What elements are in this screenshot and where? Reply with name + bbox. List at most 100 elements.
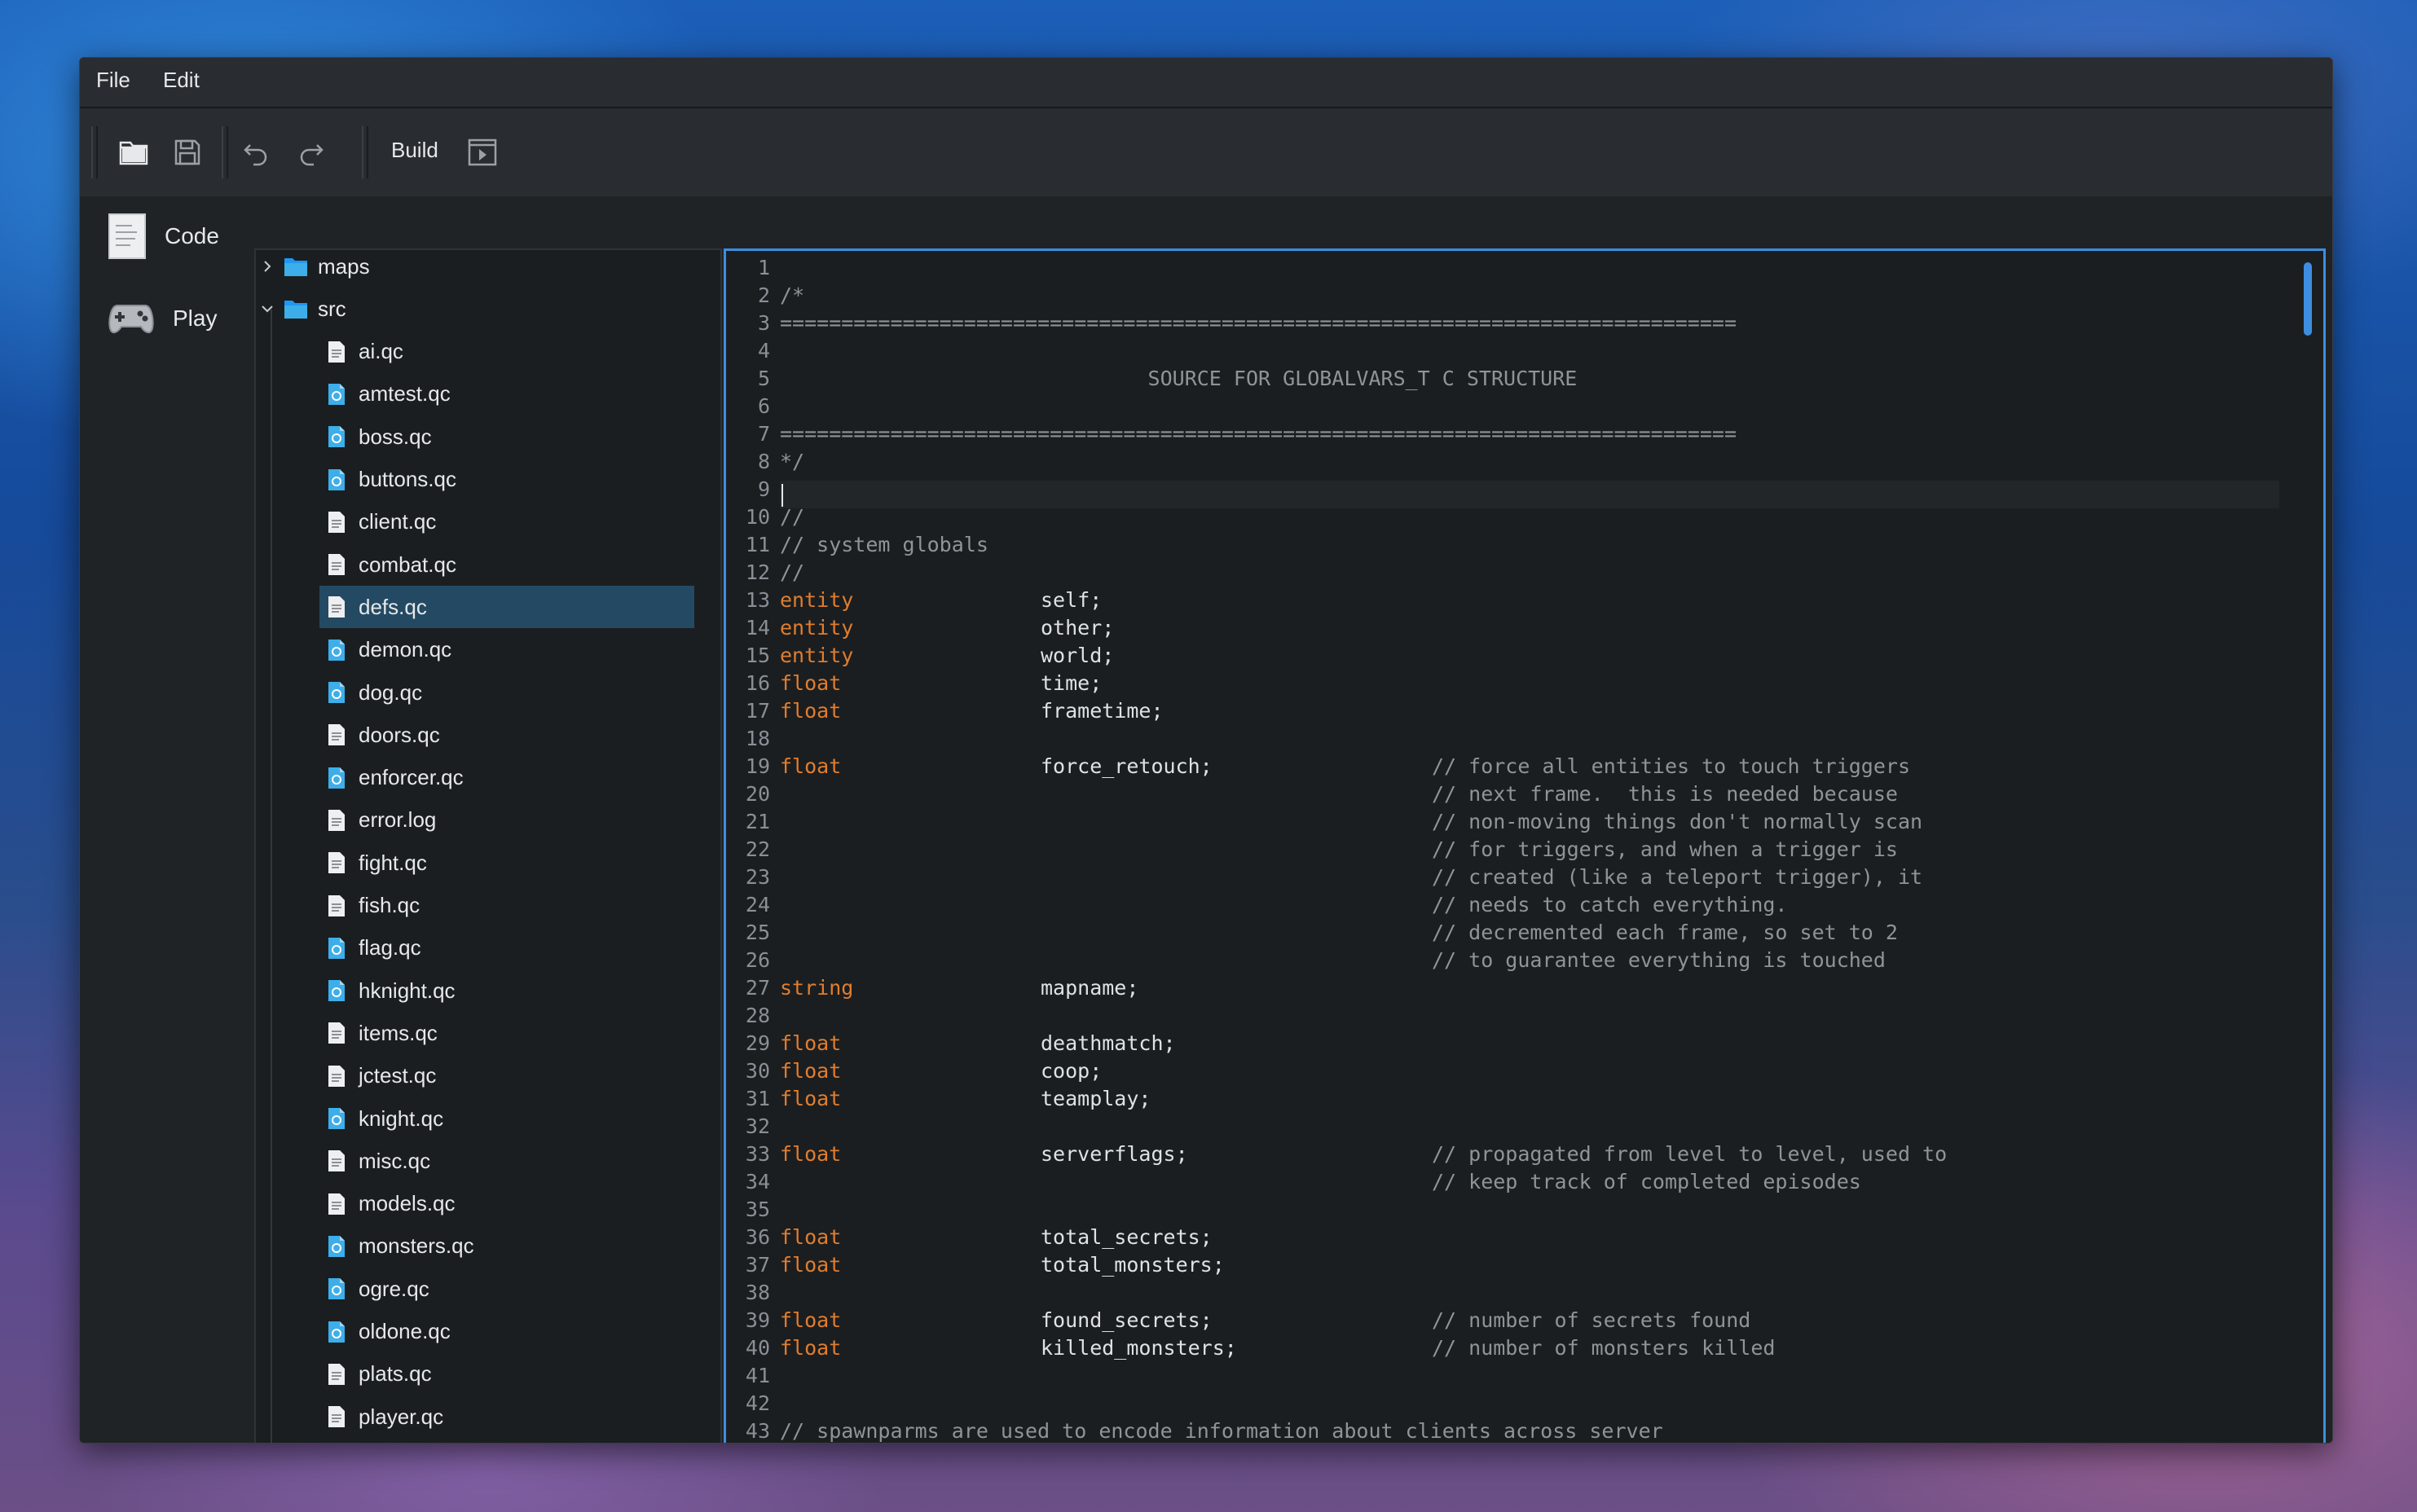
code-text: time; <box>1041 671 1103 695</box>
tree-file-item[interactable]: hknight.qc <box>319 969 694 1012</box>
tree-item-label: fish.qc <box>359 893 420 917</box>
tree-folder-src[interactable]: src <box>256 288 693 330</box>
code-keyword: entity <box>780 616 854 640</box>
text-file-icon <box>328 1363 345 1385</box>
code-text: total_secrets; <box>1041 1225 1213 1249</box>
redo-button[interactable] <box>288 130 334 175</box>
text-file-icon <box>328 1193 345 1215</box>
tree-file-item[interactable]: amtest.qc <box>319 373 694 415</box>
line-number: 39 <box>745 1308 770 1332</box>
tree-file-item[interactable]: flag.qc <box>319 927 694 969</box>
run-button[interactable] <box>460 130 505 175</box>
line-number: 25 <box>745 921 770 944</box>
code-keyword: float <box>780 1031 842 1055</box>
menu-file[interactable]: File <box>96 68 130 93</box>
line-number: 5 <box>757 367 770 390</box>
tree-file-item[interactable]: ai.qc <box>319 331 694 373</box>
tree-file-item[interactable]: models.qc <box>319 1183 694 1225</box>
code-comment: // system globals <box>780 533 988 556</box>
save-button[interactable] <box>165 130 210 175</box>
tree-item-label: doors.qc <box>359 722 440 747</box>
tree-file-item[interactable]: enforcer.qc <box>319 757 694 799</box>
code-comment: // keep track of completed episodes <box>1432 1170 1861 1193</box>
open-folder-button[interactable] <box>111 130 156 175</box>
tree-file-item[interactable]: client.qc <box>319 501 694 543</box>
code-text: world; <box>1041 644 1115 667</box>
line-number: 32 <box>745 1114 770 1138</box>
tree-branch-line <box>271 309 272 1443</box>
line-number: 37 <box>745 1253 770 1277</box>
code-keyword: float <box>780 1308 842 1332</box>
line-number: 41 <box>745 1364 770 1387</box>
code-keyword: entity <box>780 588 854 612</box>
tree-item-label: ai.qc <box>359 339 403 364</box>
tree-file-item[interactable]: fight.qc <box>319 842 694 884</box>
editor-scrollbar[interactable] <box>2304 262 2312 336</box>
qc-file-icon <box>328 1108 345 1129</box>
redo-icon <box>300 144 324 166</box>
code-comment: // propagated from level to level, used … <box>1432 1142 1948 1166</box>
text-file-icon <box>328 341 345 363</box>
code-keyword: float <box>780 1225 842 1249</box>
line-number: 22 <box>745 837 770 861</box>
tree-item-label: monsters.qc <box>359 1233 474 1259</box>
tree-file-item[interactable]: boss.qc <box>319 415 694 458</box>
qc-file-icon <box>328 468 345 490</box>
tree-file-item[interactable]: doors.qc <box>319 714 694 756</box>
line-number: 40 <box>745 1336 770 1360</box>
sidebar-play-button[interactable]: Play <box>108 301 217 336</box>
line-number: 18 <box>745 727 770 750</box>
tree-file-item[interactable]: monsters.qc <box>319 1225 694 1268</box>
tree-item-label: player.qc <box>359 1404 444 1429</box>
tree-file-item[interactable]: buttons.qc <box>319 459 694 501</box>
code-comment: // needs to catch everything. <box>1432 893 1788 916</box>
toolbar-handle[interactable] <box>91 126 98 178</box>
line-number: 42 <box>745 1391 770 1415</box>
line-number: 7 <box>757 422 770 446</box>
tree-file-item[interactable]: ogre.qc <box>319 1268 694 1310</box>
line-number: 21 <box>745 810 770 833</box>
code-comment: // number of monsters killed <box>1432 1336 1776 1360</box>
code-text: self; <box>1041 588 1103 612</box>
tree-file-item[interactable]: items.qc <box>319 1012 694 1054</box>
tree-file-item[interactable]: demon.qc <box>319 629 694 671</box>
build-button[interactable]: Build <box>391 138 438 163</box>
undo-button[interactable] <box>233 130 279 175</box>
tree-file-item[interactable]: progdefs.h <box>319 1438 694 1443</box>
tree-folder-maps[interactable]: maps <box>256 250 693 288</box>
tree-file-item[interactable]: player.qc <box>319 1396 694 1438</box>
code-comment: // to guarantee everything is touched <box>1432 948 1886 972</box>
tree-file-item[interactable]: fish.qc <box>319 885 694 927</box>
sidebar-code-button[interactable]: Code <box>108 213 219 260</box>
tree-file-item[interactable]: defs.qc <box>319 586 694 629</box>
code-editor[interactable]: 1 2 3 4 5 6 7 8 9 10 11 12 13 14 15 16 17 18 19 20 21 22 23 24 2… <box>724 248 2326 1443</box>
sidebar-code-label: Code <box>165 223 219 248</box>
tree-item-label: error.log <box>359 807 437 833</box>
tree-file-item[interactable]: knight.qc <box>319 1097 694 1140</box>
tree-item-label: hknight.qc <box>359 978 456 1003</box>
tree-file-item[interactable]: misc.qc <box>319 1140 694 1182</box>
sidebar-play-label: Play <box>173 305 218 331</box>
tree-item-label: dog.qc <box>359 679 423 705</box>
code-keyword: string <box>780 976 854 1000</box>
tree-file-item[interactable]: dog.qc <box>319 671 694 714</box>
line-number: 38 <box>745 1281 770 1304</box>
qc-file-icon <box>328 1321 345 1343</box>
line-number: 36 <box>745 1225 770 1249</box>
tree-file-item[interactable]: error.log <box>319 799 694 842</box>
code-text: teamplay; <box>1041 1087 1151 1110</box>
tree-file-item[interactable]: plats.qc <box>319 1353 694 1396</box>
code-area[interactable]: /* ======================================… <box>780 251 2291 1443</box>
line-number: 9 <box>757 477 770 501</box>
code-comment: // next frame. this is needed because <box>1432 782 1898 806</box>
code-comment: // force all entities to touch triggers <box>1432 754 1910 778</box>
tree-file-item[interactable]: jctest.qc <box>319 1055 694 1097</box>
code-keyword: float <box>780 754 842 778</box>
tree-item-label: ogre.qc <box>359 1276 429 1301</box>
file-tree[interactable]: maps src ai.qc amtest.qc boss.qc buttons.qc cl… <box>254 248 722 1443</box>
tree-file-item[interactable]: combat.qc <box>319 543 694 586</box>
menu-edit[interactable]: Edit <box>163 68 200 93</box>
chevron-right-icon[interactable] <box>261 260 274 273</box>
tree-file-item[interactable]: oldone.qc <box>319 1311 694 1353</box>
text-file-icon <box>328 1406 345 1428</box>
